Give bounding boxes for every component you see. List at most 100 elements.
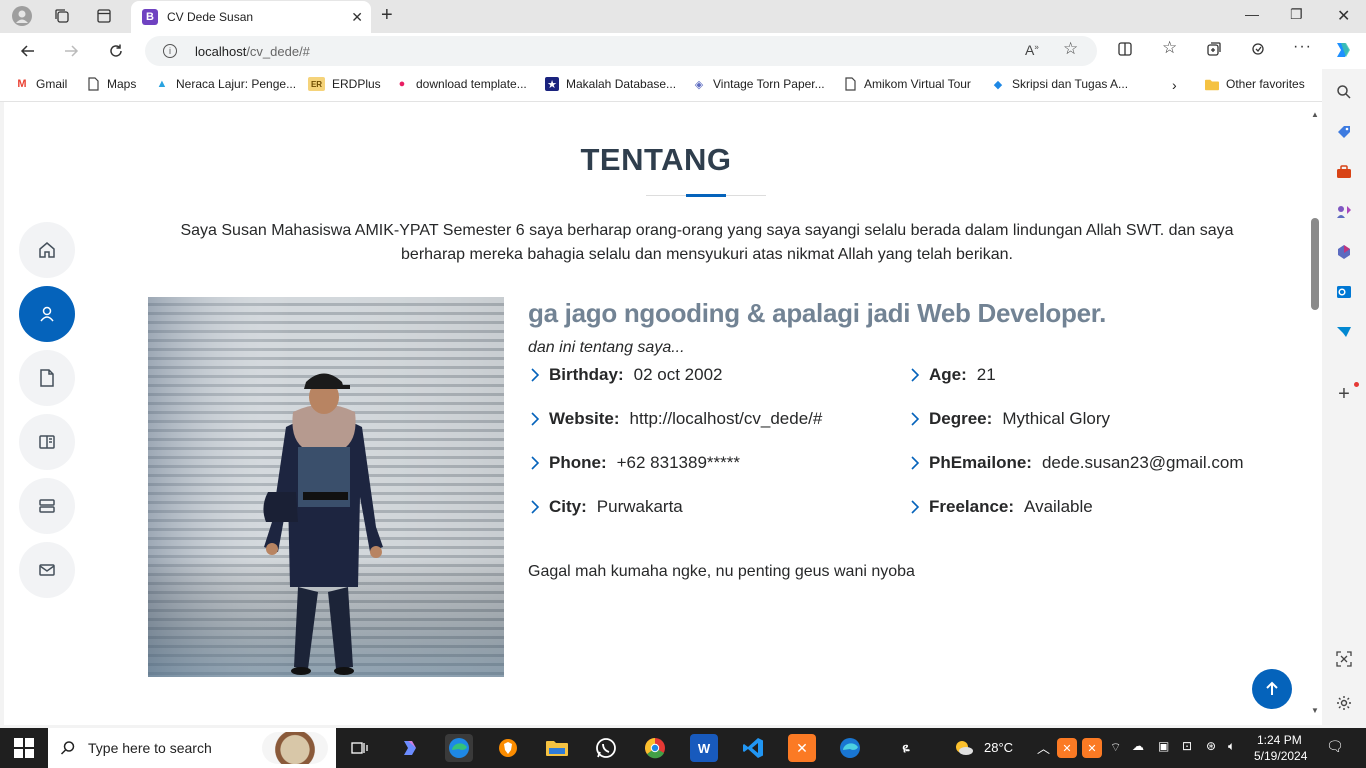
nav-resume-button[interactable]: [19, 350, 75, 406]
favorite-maps[interactable]: Maps: [86, 77, 136, 91]
web-page: TENTANG Saya Susan Mahasiswa AMIK-YPAT S…: [4, 102, 1308, 725]
workspaces-icon[interactable]: [48, 4, 76, 28]
split-screen-icon[interactable]: [1117, 41, 1133, 61]
new-tab-icon[interactable]: +: [381, 4, 393, 27]
chevron-right-icon: [911, 368, 920, 382]
clock-date[interactable]: 5/19/2024: [1254, 749, 1307, 763]
device-icon[interactable]: ▣: [1158, 739, 1169, 753]
favorites-icon[interactable]: ☆: [1162, 38, 1177, 58]
taskbar-search[interactable]: Type here to search: [48, 728, 336, 768]
about-intro: Saya Susan Mahasiswa AMIK-YPAT Semester …: [180, 222, 1234, 263]
scroll-down-icon[interactable]: ▼: [1311, 706, 1319, 715]
chevron-right-icon: [531, 368, 540, 382]
clock-time[interactable]: 1:24 PM: [1257, 733, 1302, 747]
tab-actions-icon[interactable]: [90, 4, 118, 28]
nav-contact-button[interactable]: [19, 542, 75, 598]
collections-icon[interactable]: [1206, 41, 1222, 61]
favorite-gmail[interactable]: M Gmail: [15, 77, 67, 91]
about-details: ga jago ngooding & apalagi jadi Web Deve…: [528, 297, 1268, 581]
favorite-download-template[interactable]: ● download template...: [395, 77, 527, 91]
more-options-icon[interactable]: ···: [1293, 38, 1312, 56]
vintage-torn-paper-icon: ◈: [694, 78, 704, 91]
network-icon[interactable]: ⌔: [1110, 740, 1121, 755]
back-icon[interactable]: [15, 39, 41, 63]
bootstrap-favicon-icon: B: [142, 9, 158, 25]
site-info-icon[interactable]: i: [163, 44, 177, 58]
people-icon[interactable]: ዬ: [892, 734, 920, 762]
onedrive-icon[interactable]: ☁: [1132, 739, 1144, 753]
settings-gear-icon[interactable]: [1334, 693, 1354, 713]
search-placeholder: Type here to search: [88, 740, 212, 756]
favorite-amikom-virtual-tour[interactable]: Amikom Virtual Tour: [843, 77, 971, 91]
other-favorites[interactable]: Other favorites: [1205, 77, 1305, 91]
restore-icon[interactable]: ❐: [1290, 6, 1303, 23]
word-icon[interactable]: W: [690, 734, 718, 762]
whatsapp-icon[interactable]: [592, 734, 620, 762]
profile-photo: [148, 297, 504, 677]
wifi-icon[interactable]: ⊛: [1206, 739, 1216, 753]
copilot-icon[interactable]: [1332, 39, 1354, 65]
task-view-icon[interactable]: [346, 734, 374, 762]
add-icon[interactable]: +: [1334, 383, 1354, 405]
windows-start-icon[interactable]: [14, 738, 34, 758]
xampp-tray-icon[interactable]: ✕: [1057, 738, 1077, 758]
vscode-icon[interactable]: [739, 734, 767, 762]
scroll-thumb[interactable]: [1311, 218, 1319, 310]
send-icon[interactable]: [1334, 322, 1354, 342]
xampp-tray-icon-2[interactable]: ✕: [1082, 738, 1102, 758]
browser-essentials-icon[interactable]: [1250, 41, 1266, 61]
tools-icon[interactable]: [1334, 162, 1354, 182]
favorite-skripsi[interactable]: ◆ Skripsi dan Tugas A...: [991, 77, 1128, 91]
file-explorer-icon[interactable]: [543, 734, 571, 762]
more-favorites-chevron-icon[interactable]: ›: [1172, 77, 1177, 93]
copilot-taskbar-icon[interactable]: [396, 734, 424, 762]
favorite-vintage-torn-paper[interactable]: ◈ Vintage Torn Paper...: [692, 77, 825, 91]
chevron-right-icon: [911, 500, 920, 514]
chevron-right-icon: [911, 412, 920, 426]
forward-icon[interactable]: [58, 39, 84, 63]
fact-label: Birthday:: [549, 365, 624, 384]
edge-taskbar-icon[interactable]: [445, 734, 473, 762]
weather-icon[interactable]: [950, 734, 978, 762]
search-icon: [60, 741, 75, 755]
close-tab-icon[interactable]: ✕: [351, 9, 363, 26]
address-bar[interactable]: i localhost/cv_dede/# A» ☆: [145, 36, 1097, 66]
shopping-tag-icon[interactable]: [1334, 122, 1354, 142]
page-icon: [86, 77, 100, 91]
tab-cv-dede-susan[interactable]: B CV Dede Susan ✕: [131, 1, 371, 33]
outlook-icon[interactable]: [1334, 282, 1354, 302]
read-aloud-icon[interactable]: A»: [1025, 42, 1039, 58]
chrome-icon[interactable]: [641, 734, 669, 762]
nav-portfolio-button[interactable]: [19, 414, 75, 470]
nav-home-button[interactable]: [19, 222, 75, 278]
fact-age: Age: 21: [908, 365, 996, 385]
nav-about-button[interactable]: [19, 286, 75, 342]
camera-icon[interactable]: ⊡: [1182, 739, 1192, 753]
windows-taskbar: Type here to search W ✕ ዬ 28°C ︿ ✕ ✕ ⌔ ☁…: [0, 728, 1366, 768]
scroll-up-icon[interactable]: ▲: [1311, 110, 1319, 119]
profile-avatar-icon[interactable]: [8, 4, 36, 28]
back-to-top-button[interactable]: [1252, 669, 1292, 709]
favorite-star-icon[interactable]: ☆: [1063, 39, 1078, 59]
skripsi-icon: ◆: [993, 78, 1003, 91]
games-icon[interactable]: [1334, 202, 1354, 222]
page-scrollbar[interactable]: ▲ ▼: [1308, 102, 1322, 725]
fact-city: City: Purwakarta: [528, 497, 683, 517]
chevron-right-icon: [531, 500, 540, 514]
m365-icon[interactable]: [1334, 242, 1354, 262]
tray-overflow-chevron-icon[interactable]: ︿: [1037, 738, 1050, 757]
brave-taskbar-icon[interactable]: [494, 734, 522, 762]
xampp-icon[interactable]: ✕: [788, 734, 816, 762]
minimize-icon[interactable]: —: [1245, 6, 1259, 22]
refresh-icon[interactable]: [103, 39, 129, 63]
favorite-makalah-database[interactable]: ★ Makalah Database...: [545, 77, 676, 91]
search-icon[interactable]: [1334, 82, 1354, 102]
favorite-erdplus[interactable]: ER ERDPlus: [308, 77, 381, 91]
nav-services-button[interactable]: [19, 478, 75, 534]
volume-icon[interactable]: 🔈︎: [1228, 739, 1235, 754]
close-window-icon[interactable]: ✕: [1337, 6, 1350, 26]
favorite-neraca-lajur[interactable]: ▲ Neraca Lajur: Penge...: [155, 77, 297, 91]
notification-center-icon[interactable]: 🗨︎: [1326, 738, 1344, 755]
screenshot-icon[interactable]: [1334, 649, 1354, 669]
edge-dev-icon[interactable]: [836, 734, 864, 762]
